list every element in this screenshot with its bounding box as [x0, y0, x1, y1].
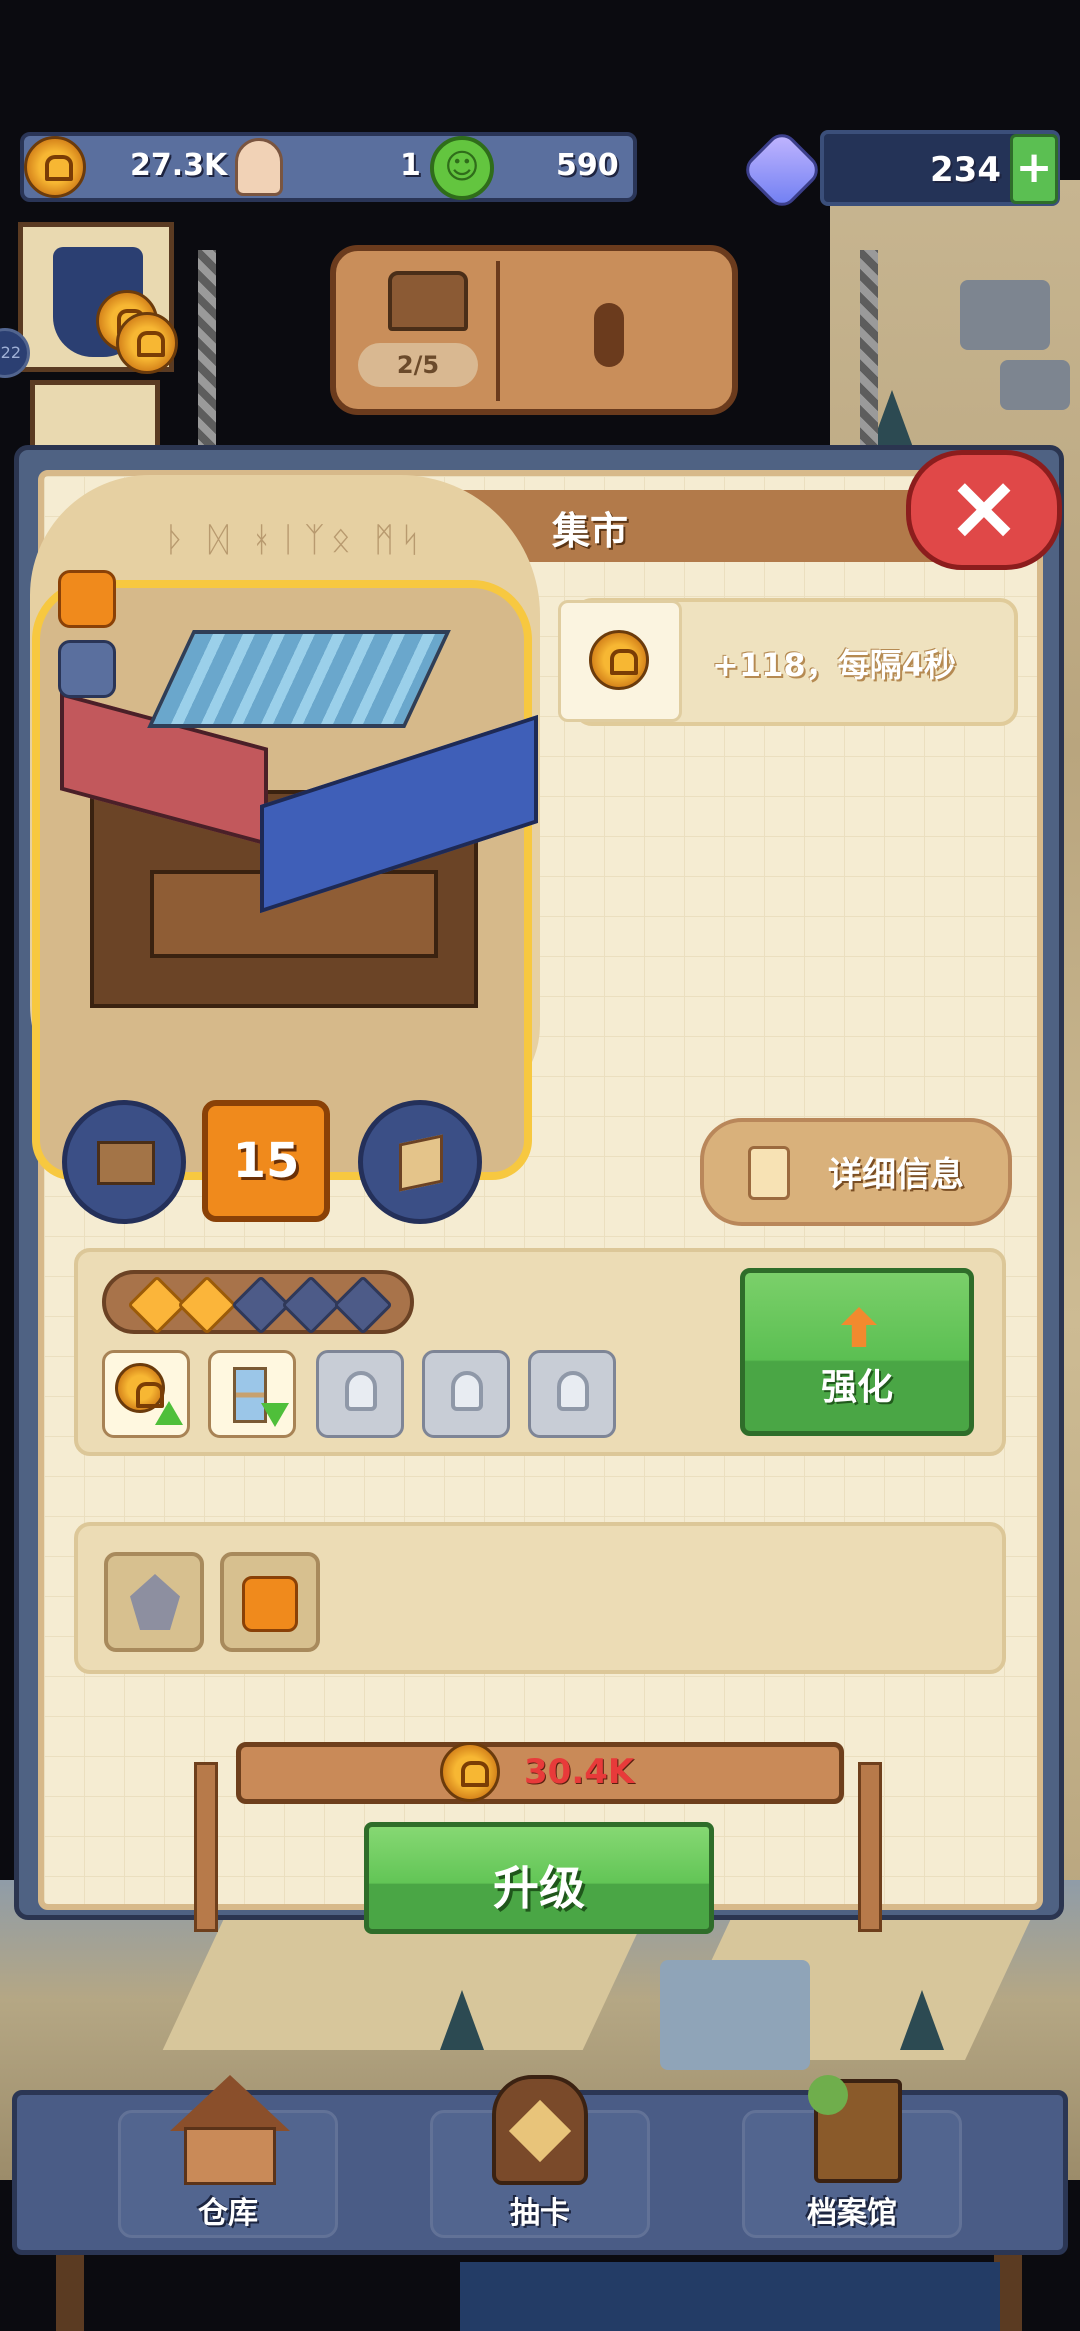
signpost-left	[194, 1762, 218, 1932]
crystal-icon	[130, 1574, 180, 1630]
mask-icon	[58, 640, 116, 698]
coin-bag-upgrade-icon	[242, 1576, 298, 1632]
close-button[interactable]: ×	[906, 450, 1062, 570]
happiness-face-icon: ☺	[430, 136, 494, 200]
nav-warehouse-label: 仓库	[198, 2196, 258, 2231]
tree-decoration	[440, 1990, 484, 2050]
gold-coin-icon	[24, 136, 86, 198]
rotate-building-button[interactable]	[358, 1100, 482, 1224]
lock-icon	[451, 1371, 483, 1411]
resource-bar	[20, 132, 637, 202]
plus-icon: +	[1015, 142, 1053, 193]
document-icon	[748, 1146, 790, 1200]
gold-coin-icon	[116, 312, 178, 374]
add-gems-button[interactable]: +	[1010, 134, 1058, 204]
building-level-badge: 15	[202, 1100, 330, 1222]
empty-chest-slot	[594, 303, 624, 367]
skill-locked-slot	[316, 1350, 404, 1438]
rune-inscription: ᚦ ᛞ ᚼᛁᛉᛟ ᛗᛋ	[165, 520, 427, 560]
nav-archive-label: 档案馆	[807, 2196, 897, 2231]
bottom-map-strip	[460, 2262, 1000, 2331]
enhance-button[interactable]	[740, 1268, 974, 1436]
skill-time-reduce[interactable]	[208, 1350, 296, 1438]
market-stall-striped-roof	[147, 630, 451, 728]
rock-decoration	[660, 1960, 810, 2070]
skill-locked-slot	[422, 1350, 510, 1438]
upgrade-button-label: 升级	[493, 1861, 585, 1915]
warehouse-icon	[170, 2075, 290, 2185]
population-amount: 1	[400, 148, 421, 183]
archive-book-icon	[808, 2075, 908, 2185]
rope-decoration	[860, 250, 878, 450]
tree-decoration	[900, 1990, 944, 2050]
skill-locked-slot	[528, 1350, 616, 1438]
nav-support-leg	[56, 2255, 84, 2331]
cube-icon	[399, 1134, 443, 1192]
population-icon	[235, 138, 283, 196]
gold-amount: 27.3K	[130, 148, 228, 183]
signpost-right	[858, 1762, 882, 1932]
card-draw-icon	[478, 2075, 602, 2185]
items-section	[74, 1522, 1006, 1674]
chest-divider	[496, 261, 500, 401]
storage-box-icon	[97, 1141, 155, 1185]
gold-coin-icon	[440, 1742, 500, 1802]
production-resource-slot	[558, 600, 682, 722]
enhance-button-label: 强化	[820, 1367, 893, 1408]
nav-gacha-label: 抽卡	[510, 2196, 570, 2231]
chest-progress-pill: 2/5	[358, 343, 478, 387]
arrow-up-icon	[155, 1401, 183, 1425]
gem-amount: 234	[930, 150, 1001, 190]
upgrade-cost: 30.4K	[524, 1752, 635, 1792]
chest-icon	[388, 271, 468, 331]
lock-icon	[345, 1371, 377, 1411]
store-building-button[interactable]	[62, 1100, 186, 1224]
details-button-label: 详细信息	[828, 1155, 964, 1195]
rope-decoration	[198, 250, 216, 450]
building-title: 集市	[551, 509, 628, 553]
gem-icon	[739, 127, 825, 213]
lock-icon	[557, 1371, 589, 1411]
enhance-arrow-icon	[841, 1307, 877, 1347]
rock-decoration	[960, 280, 1050, 350]
coin-bag-icon	[58, 570, 116, 628]
skill-production-up[interactable]	[102, 1350, 190, 1438]
item-slot-coin-bag[interactable]	[220, 1552, 320, 1652]
production-rate-text: +118，每隔4秒	[712, 646, 956, 684]
arrow-down-icon	[261, 1403, 289, 1427]
gold-coin-icon	[589, 630, 649, 690]
item-slot-crystal[interactable]	[104, 1552, 204, 1652]
rock-decoration	[1000, 360, 1070, 410]
chest-queue-panel[interactable]: 2/5	[330, 245, 738, 415]
close-icon: ×	[946, 455, 1022, 560]
happiness-amount: 590	[556, 148, 619, 183]
